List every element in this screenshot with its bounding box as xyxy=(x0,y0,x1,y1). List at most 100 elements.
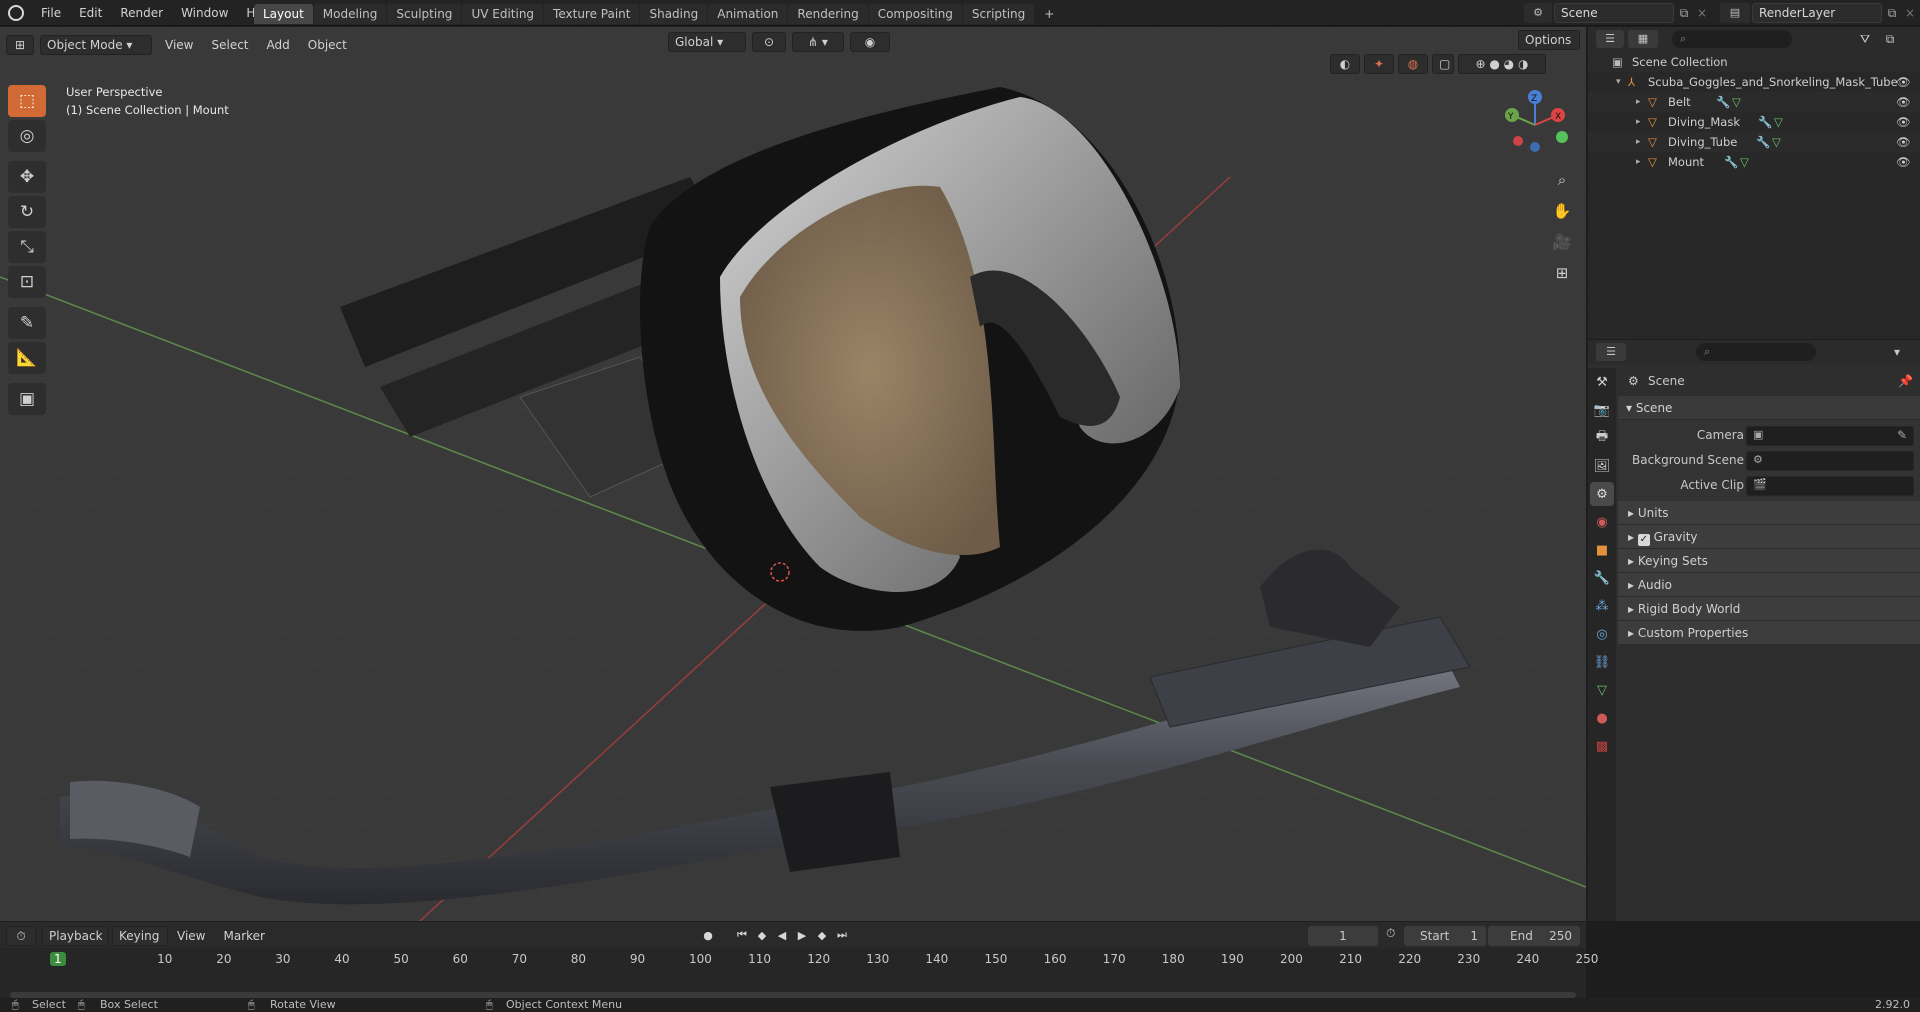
select-tool-icon[interactable]: ⬚ xyxy=(8,85,46,117)
tree-row-belt[interactable]: ▸ ▽ Belt 🔧 ▽ 👁 xyxy=(1588,92,1920,112)
tab-scripting[interactable]: Scripting xyxy=(962,4,1035,24)
data-tab-icon[interactable]: ▽ xyxy=(1590,678,1614,702)
mesh-data-icon[interactable]: ▽ xyxy=(1772,132,1781,152)
tab-modeling[interactable]: Modeling xyxy=(313,4,387,24)
tab-compositing[interactable]: Compositing xyxy=(868,4,962,24)
mesh-data-icon[interactable]: ▽ xyxy=(1740,152,1749,172)
mesh-data-icon[interactable]: ▽ xyxy=(1732,92,1741,112)
scene-tab-icon[interactable]: ⚙ xyxy=(1590,482,1614,506)
properties-editor-icon[interactable]: ☰ xyxy=(1596,343,1626,361)
prev-keyframe-icon[interactable]: ◆ xyxy=(752,926,772,944)
tree-row-mount[interactable]: ▸ ▽ Mount 🔧 ▽ 👁 xyxy=(1588,152,1920,172)
overlay-icon[interactable]: ◍ xyxy=(1398,54,1428,74)
visibility-eye-icon[interactable]: 👁 xyxy=(1896,72,1911,92)
keying-sets-panel[interactable]: ▸ Keying Sets xyxy=(1618,549,1920,573)
orientation-selector[interactable]: Global ▾ xyxy=(668,32,746,52)
move-tool-icon[interactable]: ✥ xyxy=(8,161,46,193)
background-scene-field[interactable]: ⚙ xyxy=(1746,451,1914,471)
current-frame-field[interactable]: 1 xyxy=(1308,926,1378,946)
expand-arrow-icon[interactable]: ▸ xyxy=(1636,92,1641,112)
new-scene-icon[interactable]: ⧉ xyxy=(1674,3,1694,23)
material-tab-icon[interactable]: ● xyxy=(1590,706,1614,730)
gravity-panel[interactable]: ▸ ✓ Gravity xyxy=(1618,525,1920,549)
active-clip-field[interactable]: 🎬 xyxy=(1746,476,1914,496)
expand-arrow-icon[interactable]: ▸ xyxy=(1636,132,1641,152)
menu-window[interactable]: Window xyxy=(172,0,237,26)
modifier-wrench-icon[interactable]: 🔧 xyxy=(1724,152,1738,172)
delete-layer-icon[interactable]: × xyxy=(1902,3,1918,23)
expand-arrow-icon[interactable]: ▸ xyxy=(1636,112,1641,132)
playback-menu[interactable]: Playback ▾ xyxy=(42,926,108,961)
tab-shading[interactable]: Shading xyxy=(640,4,708,24)
vp-menu-add[interactable]: Add xyxy=(258,32,299,58)
timeline-menu-view[interactable]: View xyxy=(168,923,214,949)
tree-row-root[interactable]: ▣ Scene Collection xyxy=(1588,52,1920,72)
add-workspace-button[interactable]: + xyxy=(1035,4,1063,24)
modifier-wrench-icon[interactable]: 🔧 xyxy=(1758,112,1772,132)
modifier-tab-icon[interactable]: 🔧 xyxy=(1590,566,1614,590)
shading-mode-icon[interactable]: ⊕ ● ◕ ◑ xyxy=(1458,54,1546,74)
scene-icon[interactable]: ⚙ xyxy=(1524,3,1552,23)
vp-menu-select[interactable]: Select xyxy=(202,32,257,58)
options-button[interactable]: Options ▾ xyxy=(1518,30,1580,65)
editor-type-icon[interactable]: ⊞ xyxy=(6,35,34,55)
visibility-icon[interactable]: ◐ xyxy=(1330,54,1360,74)
end-frame-field[interactable]: End 250 xyxy=(1488,926,1580,946)
constraints-tab-icon[interactable]: ⛓ xyxy=(1590,650,1614,674)
pan-hand-icon[interactable]: ✋ xyxy=(1549,198,1575,224)
particles-tab-icon[interactable]: ⁂ xyxy=(1590,594,1614,618)
tool-tab-icon[interactable]: ⚒ xyxy=(1590,370,1614,394)
play-icon[interactable]: ▶ xyxy=(792,926,812,944)
visibility-eye-icon[interactable]: 👁 xyxy=(1896,132,1911,152)
scale-tool-icon[interactable]: ⤡ xyxy=(8,231,46,263)
properties-search-input[interactable]: ⌕ xyxy=(1696,343,1816,361)
vp-menu-view[interactable]: View xyxy=(156,32,202,58)
custom-properties-panel[interactable]: ▸ Custom Properties xyxy=(1618,621,1920,645)
jump-start-icon[interactable]: ⏮ xyxy=(732,926,752,944)
modifier-wrench-icon[interactable]: 🔧 xyxy=(1756,132,1770,152)
cursor-tool-icon[interactable]: ◎ xyxy=(8,120,46,152)
output-tab-icon[interactable]: 🖶 xyxy=(1590,426,1614,450)
rotate-tool-icon[interactable]: ↻ xyxy=(8,196,46,228)
blender-logo-icon[interactable] xyxy=(8,5,24,21)
xray-icon[interactable]: ▢ xyxy=(1432,54,1454,74)
units-panel[interactable]: ▸ Units xyxy=(1618,501,1920,525)
render-layer-icon[interactable]: ▤ xyxy=(1720,3,1750,23)
tree-row-collection[interactable]: ▾ ⅄ Scuba_Goggles_and_Snorkeling_Mask_Tu… xyxy=(1588,72,1920,92)
view-layer-tab-icon[interactable]: 🖼 xyxy=(1590,454,1614,478)
mode-selector[interactable]: Object Mode ▾ xyxy=(40,35,152,55)
annotate-tool-icon[interactable]: ✎ xyxy=(8,307,46,339)
delete-scene-icon[interactable]: × xyxy=(1694,3,1710,23)
start-frame-field[interactable]: Start 1 xyxy=(1404,926,1486,946)
tree-row-diving-tube[interactable]: ▸ ▽ Diving_Tube 🔧 ▽ 👁 xyxy=(1588,132,1920,152)
camera-field[interactable]: ▣ ✎ xyxy=(1746,426,1914,446)
rigid-body-panel[interactable]: ▸ Rigid Body World xyxy=(1618,597,1920,621)
display-mode-icon[interactable]: ▦ xyxy=(1628,30,1658,48)
tab-rendering[interactable]: Rendering xyxy=(788,4,868,24)
visibility-eye-icon[interactable]: 👁 xyxy=(1896,112,1911,132)
record-icon[interactable]: ● xyxy=(698,926,718,944)
menu-file[interactable]: File xyxy=(32,0,70,26)
visibility-eye-icon[interactable]: 👁 xyxy=(1896,92,1911,112)
expand-arrow-icon[interactable]: ▾ xyxy=(1616,72,1621,92)
tab-uv-editing[interactable]: UV Editing xyxy=(462,4,544,24)
vp-menu-object[interactable]: Object xyxy=(299,32,356,58)
audio-panel[interactable]: ▸ Audio xyxy=(1618,573,1920,597)
jump-end-icon[interactable]: ⏭ xyxy=(832,926,852,944)
zoom-icon[interactable]: ⌕ xyxy=(1549,167,1575,193)
frame-ruler[interactable]: 1 10 20 30 40 50 60 70 80 90 100 110 120 130 140 150 160… xyxy=(0,948,1598,998)
keying-menu[interactable]: Keying ▾ xyxy=(112,926,168,961)
mesh-data-icon[interactable]: ▽ xyxy=(1774,112,1783,132)
menu-edit[interactable]: Edit xyxy=(70,0,111,26)
timeline-menu-marker[interactable]: Marker xyxy=(214,923,273,949)
tab-layout[interactable]: Layout xyxy=(254,4,313,24)
expand-arrow-icon[interactable]: ▸ xyxy=(1636,152,1641,172)
render-layer-selector[interactable]: RenderLayer xyxy=(1752,3,1882,23)
scene-panel-header[interactable]: ▾ Scene xyxy=(1618,396,1920,420)
navigation-gizmo[interactable]: Z Y X xyxy=(1500,85,1580,165)
camera-view-icon[interactable]: 🎥 xyxy=(1549,229,1575,255)
object-tab-icon[interactable]: ■ xyxy=(1590,538,1614,562)
pin-icon[interactable]: 📌 xyxy=(1898,374,1913,388)
preview-range-icon[interactable]: ⏱ xyxy=(1386,926,1395,941)
physics-tab-icon[interactable]: ◎ xyxy=(1590,622,1614,646)
